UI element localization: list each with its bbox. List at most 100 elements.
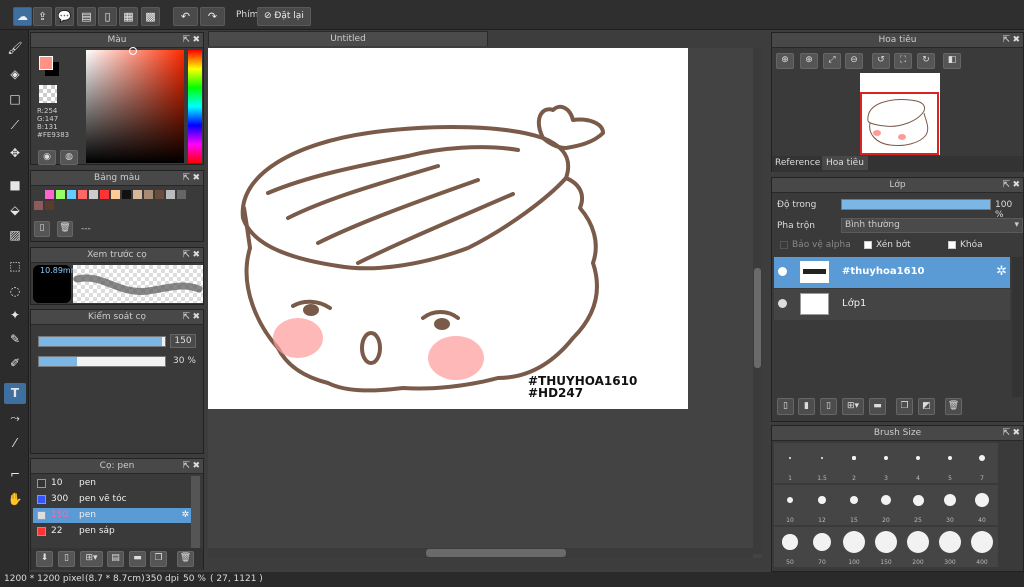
brush-size-preset[interactable]: 1	[774, 443, 806, 483]
redo-icon[interactable]: ↷	[200, 7, 225, 26]
palette-swatch[interactable]	[34, 190, 43, 199]
new-layer-8bit-icon[interactable]: ▮	[798, 398, 815, 415]
navigator-thumbnail[interactable]	[860, 73, 940, 155]
fullscreen-icon[interactable]: ⛶	[894, 53, 912, 69]
close-icon[interactable]: ✖	[192, 459, 200, 473]
gear-icon[interactable]: ✲	[996, 264, 1007, 279]
fit-window-icon[interactable]: ⤢	[823, 53, 841, 69]
palette-swatch[interactable]	[122, 190, 131, 199]
select-pen-tool-icon[interactable]: ✎	[4, 329, 26, 350]
fill-rect-tool-icon[interactable]: ■	[4, 175, 26, 196]
brush-size-slider[interactable]	[38, 336, 166, 347]
flip-icon[interactable]: ◧	[943, 53, 961, 69]
new-layer-icon[interactable]: ▯	[777, 398, 794, 415]
brush-size-preset[interactable]: 300	[934, 527, 966, 567]
brush-list-scrollbar[interactable]	[191, 476, 200, 548]
layer-row-thuyhoa1610[interactable]: #thuyhoa1610 ✲	[774, 257, 1010, 288]
brush-size-preset[interactable]: 200	[902, 527, 934, 567]
rotate-left-icon[interactable]: ↺	[872, 53, 890, 69]
divide-tool-icon[interactable]: ⁄	[4, 433, 26, 454]
layer-folder-icon[interactable]: ▬	[869, 398, 886, 415]
palette-swatch[interactable]	[111, 190, 120, 199]
trash-icon[interactable]: 🗑	[177, 551, 194, 567]
comment-icon[interactable]: 💬	[55, 7, 74, 26]
folder-icon[interactable]: ▬	[129, 551, 146, 567]
brush-size-preset[interactable]: 3	[870, 443, 902, 483]
zoom-out-icon[interactable]: ⊖	[845, 53, 863, 69]
bucket-tool-icon[interactable]: ⬙	[4, 200, 26, 221]
brush-size-preset[interactable]: 100	[838, 527, 870, 567]
line-tool-icon[interactable]: ⟋	[4, 115, 26, 136]
brush-size-preset[interactable]: 70	[806, 527, 838, 567]
popout-icon[interactable]: ⇱	[182, 459, 190, 473]
popout-icon[interactable]: ⇱	[1002, 178, 1010, 192]
palette-swatch[interactable]	[56, 190, 65, 199]
close-icon[interactable]: ✖	[1012, 33, 1020, 47]
zoom-in-icon[interactable]: ⊕	[800, 53, 818, 69]
trash-icon[interactable]: 🗑	[57, 221, 73, 237]
layer-row-lop1[interactable]: Lớp1	[774, 289, 1010, 320]
canvas-viewport[interactable]: #THUYHOA1610 #HD247	[208, 48, 762, 558]
drawing-canvas[interactable]: #THUYHOA1610 #HD247	[208, 48, 688, 409]
palette-swatch[interactable]	[67, 190, 76, 199]
palette-swatch[interactable]	[133, 190, 142, 199]
brush-size-preset[interactable]: 12	[806, 485, 838, 525]
brush-list-item[interactable]: 150 pen ✲	[33, 508, 191, 523]
close-icon[interactable]: ✖	[192, 171, 200, 185]
gear-icon[interactable]: ✲	[181, 508, 189, 523]
brush-size-preset[interactable]: 50	[774, 527, 806, 567]
grid-icon[interactable]: ▦	[119, 7, 138, 26]
new-brush-icon[interactable]: ▯	[58, 551, 75, 567]
brush-size-preset[interactable]: 1.5	[806, 443, 838, 483]
brush-size-preset[interactable]: 2	[838, 443, 870, 483]
rectangle-tool-icon[interactable]: □	[4, 89, 26, 110]
trash-icon[interactable]: 🗑	[945, 398, 962, 415]
saturation-value-picker[interactable]	[86, 50, 184, 163]
brush-size-preset[interactable]: 40	[966, 485, 998, 525]
popout-icon[interactable]: ⇱	[1002, 33, 1010, 47]
brush-opacity-slider[interactable]	[38, 356, 166, 367]
brush-size-preset[interactable]: 20	[870, 485, 902, 525]
eyedropper-tool-icon[interactable]: ⌐	[4, 464, 26, 485]
primary-color-swatch[interactable]	[39, 56, 53, 70]
brush-size-preset[interactable]: 10	[774, 485, 806, 525]
brush-size-preset[interactable]: 4	[902, 443, 934, 483]
tab-navigator[interactable]: Hoa tiêu	[822, 156, 868, 170]
popout-icon[interactable]: ⇱	[182, 310, 190, 324]
color-history-icon[interactable]: ◍	[60, 150, 78, 165]
download-brush-icon[interactable]: ⬇	[36, 551, 53, 567]
close-icon[interactable]: ✖	[1012, 426, 1020, 440]
tab-untitled[interactable]: Untitled	[208, 31, 488, 46]
canvas-vertical-scrollbar[interactable]	[753, 48, 762, 554]
reset-button[interactable]: ⊘ Đặt lại	[257, 7, 311, 26]
canvas-horizontal-scrollbar[interactable]	[208, 548, 753, 558]
palette-swatch[interactable]	[45, 190, 54, 199]
popout-icon[interactable]: ⇱	[182, 248, 190, 262]
brush-list-item[interactable]: 22 pen sáp	[33, 524, 191, 539]
popout-icon[interactable]: ⇱	[1002, 426, 1010, 440]
brush-list-item[interactable]: 10 pen	[33, 476, 191, 491]
protect-alpha-checkbox[interactable]	[780, 241, 788, 249]
hand-tool-icon[interactable]: ✋	[4, 489, 26, 510]
page-icon[interactable]: ▯	[98, 7, 117, 26]
undo-icon[interactable]: ↶	[173, 7, 198, 26]
horizontal-scroll-thumb[interactable]	[426, 549, 566, 557]
brush-list-item[interactable]: 300 pen vẽ tóc	[33, 492, 191, 507]
add-brush-dropdown-icon[interactable]: ⊞▾	[80, 551, 103, 567]
palette-swatch[interactable]	[34, 201, 43, 210]
close-icon[interactable]: ✖	[192, 33, 200, 47]
hue-slider[interactable]	[188, 50, 202, 163]
zoom-fit-icon[interactable]: ⊕	[776, 53, 794, 69]
move-tool-icon[interactable]: ✥	[4, 143, 26, 164]
message-icon[interactable]: ▤	[77, 7, 96, 26]
gradient-tool-icon[interactable]: ▨	[4, 225, 26, 246]
brush-size-preset[interactable]: 15	[838, 485, 870, 525]
palette-swatch[interactable]	[45, 201, 54, 210]
popout-icon[interactable]: ⇱	[182, 171, 190, 185]
palette-swatch[interactable]	[155, 190, 164, 199]
blend-mode-select[interactable]: Bình thường ▾	[841, 218, 1023, 233]
palette-swatch[interactable]	[144, 190, 153, 199]
export-icon[interactable]: ⇪	[33, 7, 52, 26]
merge-layer-icon[interactable]: ◩	[918, 398, 935, 415]
text-tool-icon[interactable]: T	[4, 383, 26, 404]
